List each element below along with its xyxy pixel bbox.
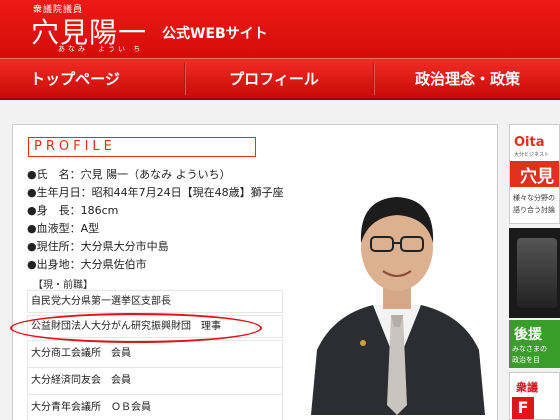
info-birthday: ●生年月日：昭和44年7月24日【現在48歳】獅子座 [27, 186, 284, 199]
oita-banner[interactable]: Oita 大分ビジネスト 穴見 様々な分野の 語り合う討論 [509, 124, 560, 224]
site-header: 衆議院議員 穴見陽一 あなみ ようい ち 公式WEBサイト [0, 0, 560, 58]
oita-logo: Oita [514, 135, 545, 150]
nav-item-top[interactable]: トップページ [0, 59, 150, 99]
nav-item-policy[interactable]: 政治理念・政策 [375, 59, 560, 99]
house-title: 衆議 [516, 381, 538, 394]
info-blood-type: ●血液型：A型 [27, 222, 100, 235]
site-subtitle: 公式WEBサイト [162, 26, 268, 42]
support-text: みなさまの [512, 345, 547, 353]
portrait-photo [303, 165, 491, 415]
highlight-circle [10, 313, 262, 343]
support-banner[interactable]: 後援 みなさまの 政治を目 [509, 320, 560, 368]
info-hometown: ●出身地：大分県佐伯市 [27, 258, 147, 271]
info-address: ●現住所：大分県大分市中島 [27, 240, 169, 253]
profile-heading: PROFILE [34, 139, 116, 154]
info-name: ●氏 名：穴見 陽一（あなみ よういち） [27, 168, 231, 181]
banner-image [517, 238, 557, 308]
main-nav: トップページ プロフィール 政治理念・政策 [0, 58, 560, 100]
video-banner[interactable] [509, 228, 560, 318]
career-row: 大分商工会議所 会員 [27, 340, 283, 368]
career-row: 自民党大分県第一選挙区支部長 [27, 290, 283, 313]
letter-icon: F [512, 397, 534, 419]
house-banner[interactable]: 衆議 F [509, 372, 560, 420]
name-furigana: あなみ ようい ち [58, 45, 144, 53]
career-row: 大分経済同友会 会員 [27, 367, 283, 395]
nav-item-profile[interactable]: プロフィール [186, 59, 362, 99]
info-height: ●身 長：186cm [27, 204, 119, 217]
oita-subtitle: 大分ビジネスト [514, 152, 550, 158]
banner-text: 語り合う討論 [513, 206, 555, 214]
support-text: 政治を目 [512, 356, 540, 364]
support-title: 後援 [514, 327, 542, 343]
career-label: 【現・前職】 [33, 280, 93, 291]
banner-name: 穴見 [520, 167, 554, 187]
banner-text: 様々な分野の [513, 194, 555, 202]
career-row: 大分青年会議所 ＯＢ会員 [27, 394, 283, 420]
